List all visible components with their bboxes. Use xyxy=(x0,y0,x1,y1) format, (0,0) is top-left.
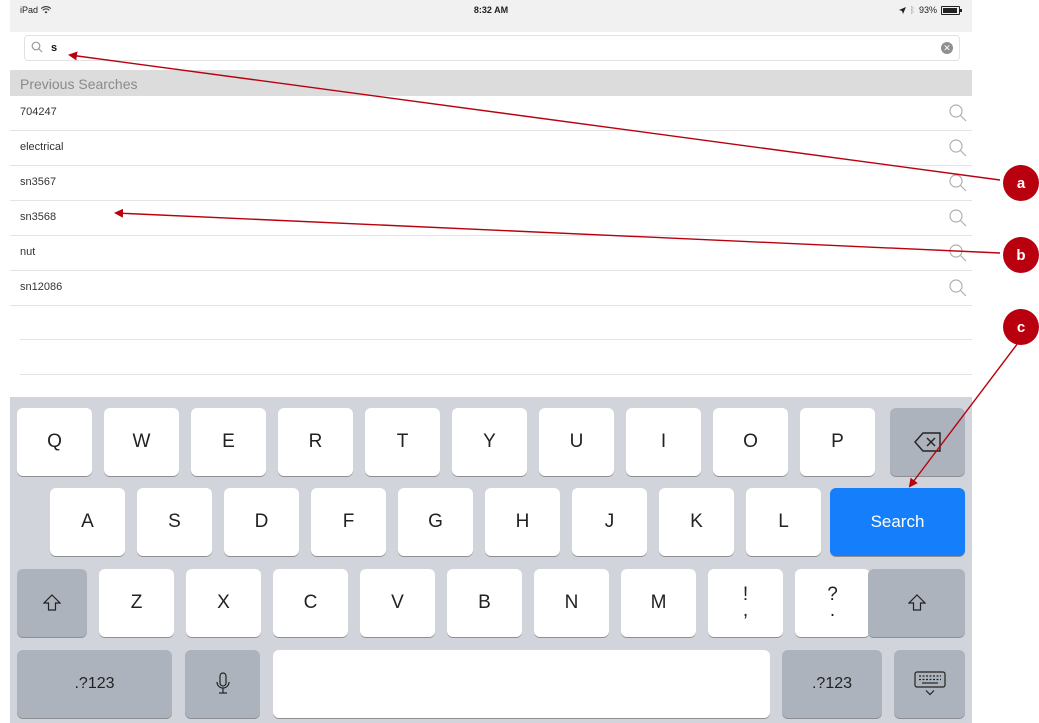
previous-search-item[interactable]: electrical xyxy=(10,131,972,166)
key-question-period[interactable]: ?. xyxy=(795,569,870,637)
key-s[interactable]: S xyxy=(137,488,212,556)
shift-key-right[interactable] xyxy=(868,569,965,637)
shift-key-left[interactable] xyxy=(17,569,87,637)
numbers-key-left[interactable]: .?123 xyxy=(17,650,172,718)
close-icon: ✕ xyxy=(943,43,951,53)
status-time: 8:32 AM xyxy=(473,5,509,15)
previous-search-item[interactable]: sn3567 xyxy=(10,166,972,201)
key-a[interactable]: A xyxy=(50,488,125,556)
on-screen-keyboard: Q W E R T Y U I O P A S D F G H J K L Se… xyxy=(10,397,972,723)
key-d[interactable]: D xyxy=(224,488,299,556)
search-icon[interactable] xyxy=(948,138,968,158)
search-key[interactable]: Search xyxy=(830,488,965,556)
key-b[interactable]: B xyxy=(447,569,522,637)
callout-a-label: a xyxy=(1016,174,1026,192)
previous-search-item[interactable]: 704247 xyxy=(10,96,972,131)
key-h[interactable]: H xyxy=(485,488,560,556)
key-n[interactable]: N xyxy=(534,569,609,637)
search-term: sn3568 xyxy=(20,211,57,223)
status-bar: iPad 8:32 AM ᛒ 93% xyxy=(10,0,972,32)
callout-a: a xyxy=(1003,165,1039,201)
key-x[interactable]: X xyxy=(186,569,261,637)
callout-c-label: c xyxy=(1016,318,1026,336)
key-r[interactable]: R xyxy=(278,408,353,476)
section-title: Previous Searches xyxy=(20,76,138,92)
location-icon xyxy=(898,6,906,14)
empty-row xyxy=(20,340,972,375)
search-bar[interactable]: ✕ xyxy=(24,35,960,61)
key-g[interactable]: G xyxy=(398,488,473,556)
callout-c: c xyxy=(1003,309,1039,345)
shift-icon xyxy=(907,594,926,611)
search-term: sn3567 xyxy=(20,176,57,188)
bluetooth-icon: ᛒ xyxy=(909,5,915,15)
ipad-screen: iPad 8:32 AM ᛒ 93% ✕ Previous Searches 7 xyxy=(10,0,972,723)
key-l[interactable]: L xyxy=(746,488,821,556)
key-f[interactable]: F xyxy=(311,488,386,556)
keyboard-dismiss-icon xyxy=(913,671,946,696)
empty-row xyxy=(20,305,972,340)
callout-b: b xyxy=(1003,237,1039,273)
clear-search-button[interactable]: ✕ xyxy=(941,42,953,54)
search-term: nut xyxy=(20,246,36,258)
key-c[interactable]: C xyxy=(273,569,348,637)
key-p[interactable]: P xyxy=(800,408,875,476)
key-t[interactable]: T xyxy=(365,408,440,476)
search-icon xyxy=(31,41,43,53)
key-bottom-char: . xyxy=(829,600,836,621)
key-bottom-char: , xyxy=(742,600,749,621)
key-z[interactable]: Z xyxy=(99,569,174,637)
previous-search-item[interactable]: nut xyxy=(10,236,972,271)
battery-icon xyxy=(941,5,962,15)
key-u[interactable]: U xyxy=(539,408,614,476)
key-i[interactable]: I xyxy=(626,408,701,476)
hide-keyboard-key[interactable] xyxy=(894,650,965,718)
dictation-key[interactable] xyxy=(185,650,260,718)
battery-percent: 93% xyxy=(918,5,937,15)
search-icon[interactable] xyxy=(948,208,968,228)
search-icon[interactable] xyxy=(948,243,968,263)
key-m[interactable]: M xyxy=(621,569,696,637)
search-icon[interactable] xyxy=(948,103,968,123)
search-term: sn12086 xyxy=(20,281,63,293)
space-key[interactable] xyxy=(273,650,770,718)
search-term: electrical xyxy=(20,141,64,153)
key-q[interactable]: Q xyxy=(17,408,92,476)
search-icon[interactable] xyxy=(948,173,968,193)
key-v[interactable]: V xyxy=(360,569,435,637)
key-k[interactable]: K xyxy=(659,488,734,556)
search-term: 704247 xyxy=(20,106,57,118)
previous-searches-header: Previous Searches xyxy=(10,70,972,96)
numbers-key-right[interactable]: .?123 xyxy=(782,650,882,718)
callout-b-label: b xyxy=(1016,246,1026,264)
key-e[interactable]: E xyxy=(191,408,266,476)
previous-search-item[interactable]: sn3568 xyxy=(10,201,972,236)
key-w[interactable]: W xyxy=(104,408,179,476)
key-exclamation-comma[interactable]: !, xyxy=(708,569,783,637)
search-input[interactable] xyxy=(51,39,931,57)
backspace-icon xyxy=(913,432,941,452)
microphone-icon xyxy=(215,672,230,694)
search-icon[interactable] xyxy=(948,278,968,298)
key-y[interactable]: Y xyxy=(452,408,527,476)
key-o[interactable]: O xyxy=(713,408,788,476)
status-right: ᛒ 93% xyxy=(898,5,962,15)
key-j[interactable]: J xyxy=(572,488,647,556)
backspace-key[interactable] xyxy=(890,408,965,476)
previous-search-item[interactable]: sn12086 xyxy=(10,271,972,306)
shift-icon xyxy=(43,594,61,611)
